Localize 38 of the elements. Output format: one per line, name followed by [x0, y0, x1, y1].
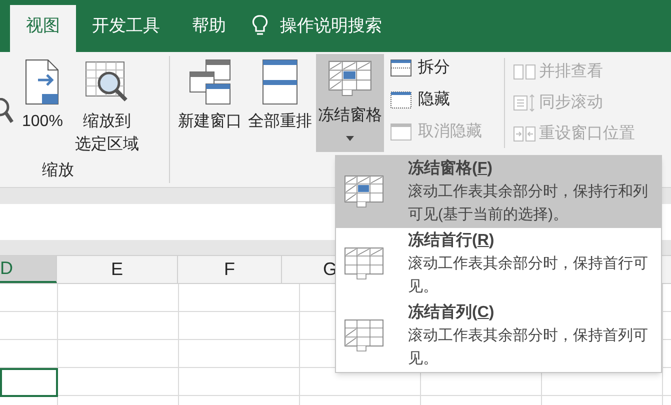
- selected-cell[interactable]: [0, 368, 58, 397]
- menu-item-title: 冻结首行(R): [408, 230, 496, 251]
- column-header[interactable]: D: [0, 256, 57, 283]
- ribbon-tab[interactable]: 视图: [10, 5, 76, 52]
- freeze-grid-icon: [344, 318, 384, 354]
- search-button[interactable]: 操作说明搜索: [252, 5, 382, 52]
- freeze-grid-icon: [344, 246, 384, 282]
- window-option-button[interactable]: 拆分: [390, 54, 502, 82]
- ribbon-tab[interactable]: 帮助: [176, 5, 242, 52]
- column-header[interactable]: F: [178, 256, 282, 283]
- group-label: 缩放: [41, 160, 75, 181]
- ribbon-tab[interactable]: 开发工具: [76, 5, 176, 52]
- split-window-icon: [390, 59, 412, 77]
- column-header[interactable]: E: [57, 256, 178, 283]
- hidden-window-icon: [390, 91, 412, 109]
- window-option-button[interactable]: 隐藏: [390, 86, 502, 114]
- menu-item-description: 滚动工作表其余部分时，保持行和列可见(基于当前的选择)。: [408, 182, 649, 225]
- menu-item-description: 滚动工作表其余部分时，保持首行可见。: [408, 254, 649, 297]
- freeze-grid-icon: [344, 174, 384, 210]
- reset-windows-icon: [513, 125, 537, 144]
- two-pages-icon: [513, 62, 537, 81]
- zoom-button[interactable]: 100%: [18, 58, 67, 159]
- menu-item-title: 冻结窗格(F): [408, 158, 494, 179]
- window-icon: [390, 123, 412, 141]
- window-button[interactable]: 新建窗口: [176, 54, 244, 152]
- window-button[interactable]: 全部重排: [246, 54, 314, 152]
- window-button[interactable]: 冻结窗格: [316, 54, 384, 152]
- stacked-windows-icon: [261, 58, 299, 106]
- menu-item[interactable]: 冻结窗格(F) 滚动工作表其余部分时，保持行和列可见(基于当前的选择)。: [336, 156, 661, 228]
- caret-icon: [346, 136, 354, 141]
- menu-item-description: 滚动工作表其余部分时，保持首列可见。: [408, 326, 649, 369]
- zoom-button[interactable]: 缩放到 选定区域: [70, 58, 143, 159]
- page-arrows-icon: [513, 94, 537, 112]
- menu-item-title: 冻结首列(C): [408, 302, 496, 323]
- lightbulb-icon: [252, 14, 268, 38]
- menu-item[interactable]: 冻结首列(C) 滚动工作表其余部分时，保持首列可见。: [336, 300, 661, 372]
- windows-icon: [188, 58, 232, 106]
- magnifier-icon: [0, 98, 14, 124]
